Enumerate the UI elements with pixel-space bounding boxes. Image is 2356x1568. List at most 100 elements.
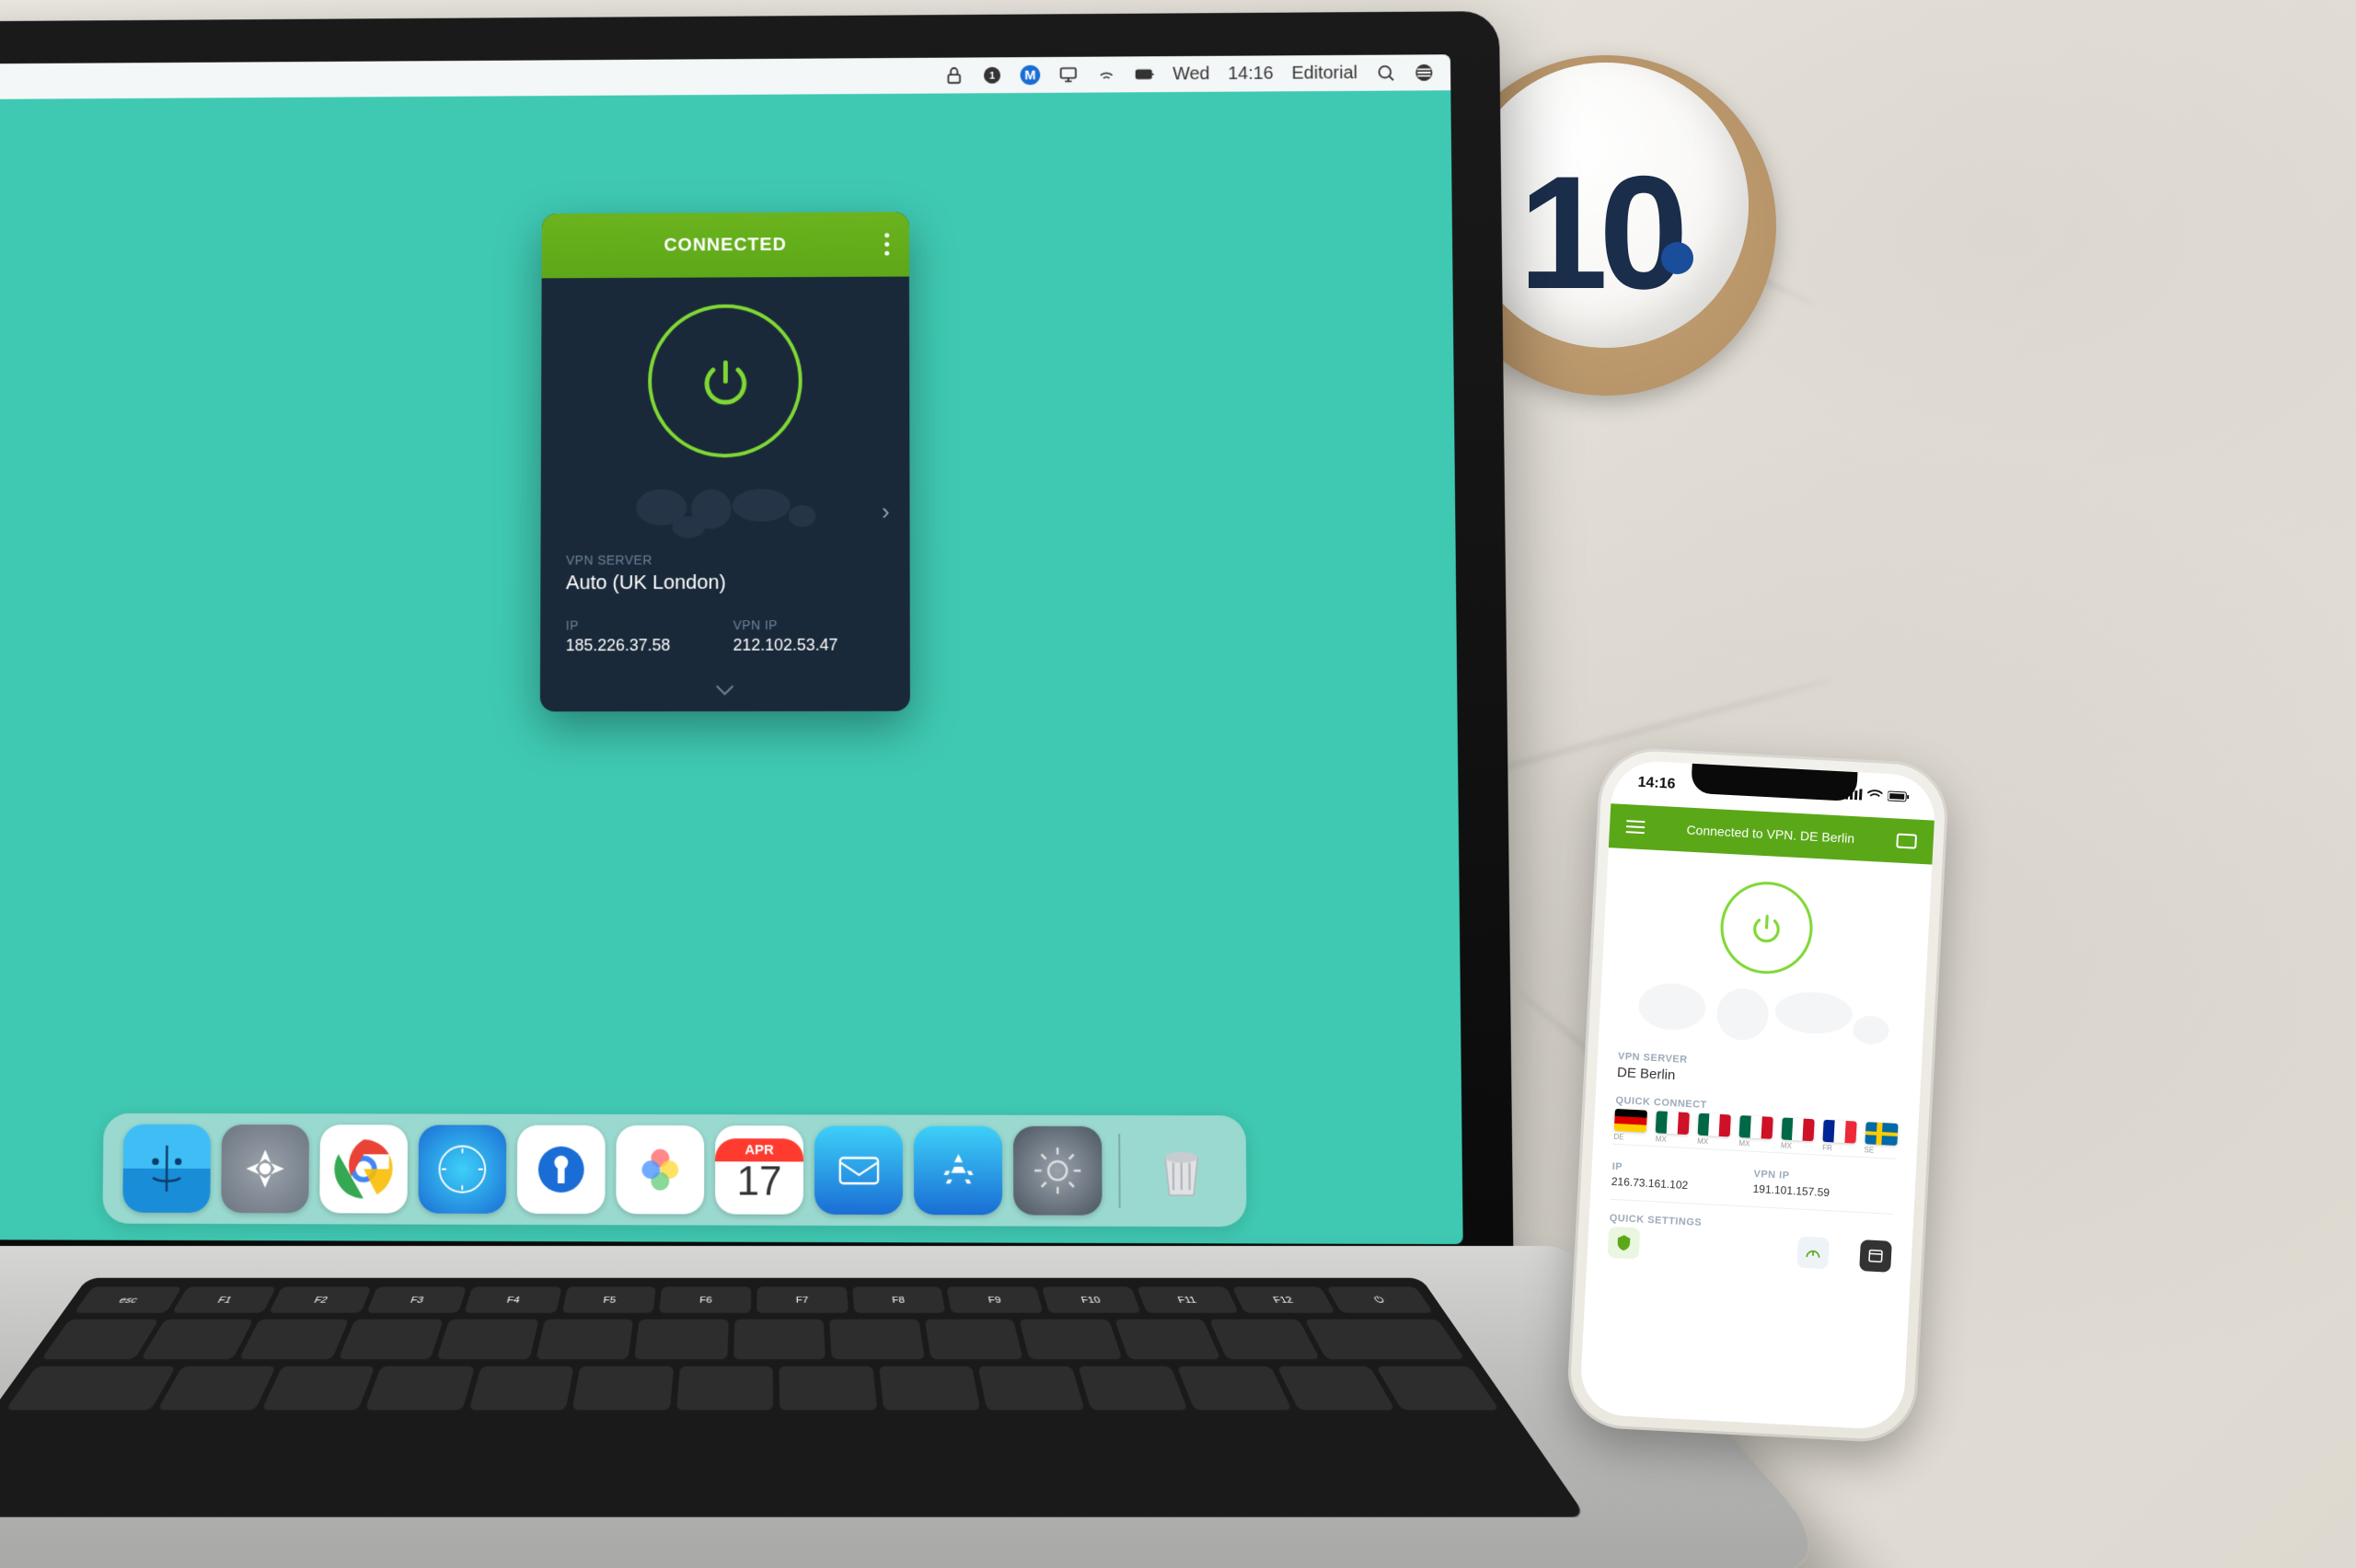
key[interactable] [1078,1366,1189,1412]
vpn-ip-value: 212.102.53.47 [733,636,884,655]
phone-ip-col: VPN IP 191.101.157.59 [1752,1169,1895,1203]
dock-calendar-icon[interactable]: APR 17 [715,1125,803,1215]
key-f7[interactable]: F7 [756,1286,849,1314]
dock-photos-icon[interactable] [616,1125,704,1215]
battery-icon[interactable] [1135,64,1155,85]
phone-header-icon[interactable] [1896,834,1917,849]
key[interactable] [1177,1366,1293,1412]
hamburger-menu-icon[interactable] [1626,820,1646,834]
wifi-icon[interactable] [1096,64,1116,85]
menubar-user[interactable]: Editorial [1291,63,1357,84]
flag-label: MX [1697,1137,1708,1147]
dock-mail-icon[interactable] [814,1125,903,1215]
key-f11[interactable]: F11 [1137,1286,1239,1314]
key[interactable] [829,1320,925,1361]
key[interactable] [468,1366,574,1412]
dock-launchpad-icon[interactable] [221,1124,309,1213]
key-f10[interactable]: F10 [1042,1286,1141,1314]
vpn-ip-col: VPN IP 212.102.53.47 [717,617,884,655]
vpn-expand-button[interactable] [540,674,910,711]
key-f12[interactable]: F12 [1231,1286,1336,1314]
key-tab[interactable] [4,1366,176,1412]
flag-label: MX [1738,1139,1750,1148]
vpn-power-button[interactable] [648,304,803,457]
dock-chrome-icon[interactable] [319,1124,408,1213]
key[interactable] [780,1366,877,1412]
phone-world-map-icon[interactable] [1619,983,1905,1053]
key-f6[interactable]: F6 [659,1286,751,1314]
flag-mx[interactable]: MX [1781,1117,1815,1141]
key[interactable] [634,1320,729,1361]
laptop-display: 1 M Wed 14:16 Editorial [0,54,1463,1244]
key[interactable] [337,1320,444,1361]
key[interactable] [364,1366,475,1412]
ip-label: IP [566,617,717,632]
key[interactable] [978,1366,1085,1412]
battery-icon [1888,790,1911,802]
key-f3[interactable]: F3 [366,1286,467,1314]
key[interactable] [156,1366,275,1412]
menubar-time[interactable]: 14:16 [1228,63,1274,85]
malwarebytes-icon[interactable]: M [1020,65,1040,86]
key-f2[interactable]: F2 [269,1286,372,1314]
key[interactable] [1377,1366,1501,1412]
key[interactable] [535,1320,633,1361]
key[interactable] [40,1320,159,1361]
flag-fr[interactable]: FR [1823,1120,1857,1144]
key-f1[interactable]: F1 [170,1286,276,1314]
key[interactable] [436,1320,538,1361]
key-delete[interactable] [1304,1320,1466,1361]
key[interactable] [676,1366,774,1412]
display-icon[interactable] [1058,65,1079,86]
flag-mx[interactable]: MX [1739,1115,1773,1139]
vpn-server-name: Auto (UK London) [566,571,884,594]
key-f5[interactable]: F5 [561,1286,656,1314]
vpn-location-row[interactable]: › [540,479,909,544]
dock-trash-icon[interactable] [1137,1126,1226,1216]
quick-setting-speed-icon[interactable] [1796,1237,1830,1270]
key[interactable] [879,1366,981,1412]
vpn-menu-button[interactable] [884,233,889,255]
key[interactable] [139,1320,253,1361]
key[interactable] [924,1320,1023,1361]
vpn-server-block[interactable]: VPN SERVER Auto (UK London) [540,543,909,611]
macos-menubar[interactable]: 1 M Wed 14:16 Editorial [0,54,1450,99]
flag-se[interactable]: SE [1865,1122,1899,1146]
key-f4[interactable]: F4 [464,1286,561,1314]
key[interactable] [733,1320,826,1361]
calendar-month: APR [715,1138,803,1161]
quick-setting-browser-icon[interactable] [1859,1239,1892,1273]
keyboard[interactable]: esc F1 F2 F3 F4 F5 F6 F7 F8 F9 F10 F11 F… [0,1278,1587,1517]
key[interactable] [1020,1320,1123,1361]
onepassword-icon[interactable]: 1 [982,65,1002,86]
dock-settings-icon[interactable] [1013,1126,1103,1216]
phone-content: VPN SERVER DE Berlin QUICK CONNECT DEMXM… [1587,847,1933,1292]
notification-center-icon[interactable] [1414,63,1434,83]
flag-label: FR [1822,1144,1832,1153]
dock-onepassword-icon[interactable] [517,1125,606,1214]
laptop: 1 M Wed 14:16 Editorial [0,0,1565,1568]
flag-mx[interactable]: MX [1656,1111,1690,1135]
menubar-day[interactable]: Wed [1172,63,1209,85]
phone-power-button[interactable] [1718,880,1815,976]
key-f9[interactable]: F9 [947,1286,1044,1314]
key-esc[interactable]: esc [73,1286,181,1314]
key[interactable] [572,1366,674,1412]
key[interactable] [238,1320,349,1361]
dock-safari-icon[interactable] [418,1124,506,1213]
vpn-power-section [541,277,910,481]
key-f8[interactable]: F8 [852,1286,946,1314]
wifi-icon [1866,790,1884,801]
lock-icon[interactable] [944,65,964,86]
key[interactable] [1114,1320,1222,1361]
key[interactable] [1209,1320,1321,1361]
dock-appstore-icon[interactable] [914,1126,1002,1216]
flag-de[interactable]: DE [1614,1109,1648,1133]
key-power[interactable]: ⏻ [1326,1286,1434,1314]
dock-finder-icon[interactable] [122,1124,211,1213]
quick-setting-shield-icon[interactable] [1608,1227,1641,1260]
flag-mx[interactable]: MX [1697,1113,1731,1137]
spotlight-icon[interactable] [1376,63,1396,83]
key[interactable] [1276,1366,1396,1412]
key[interactable] [260,1366,375,1412]
